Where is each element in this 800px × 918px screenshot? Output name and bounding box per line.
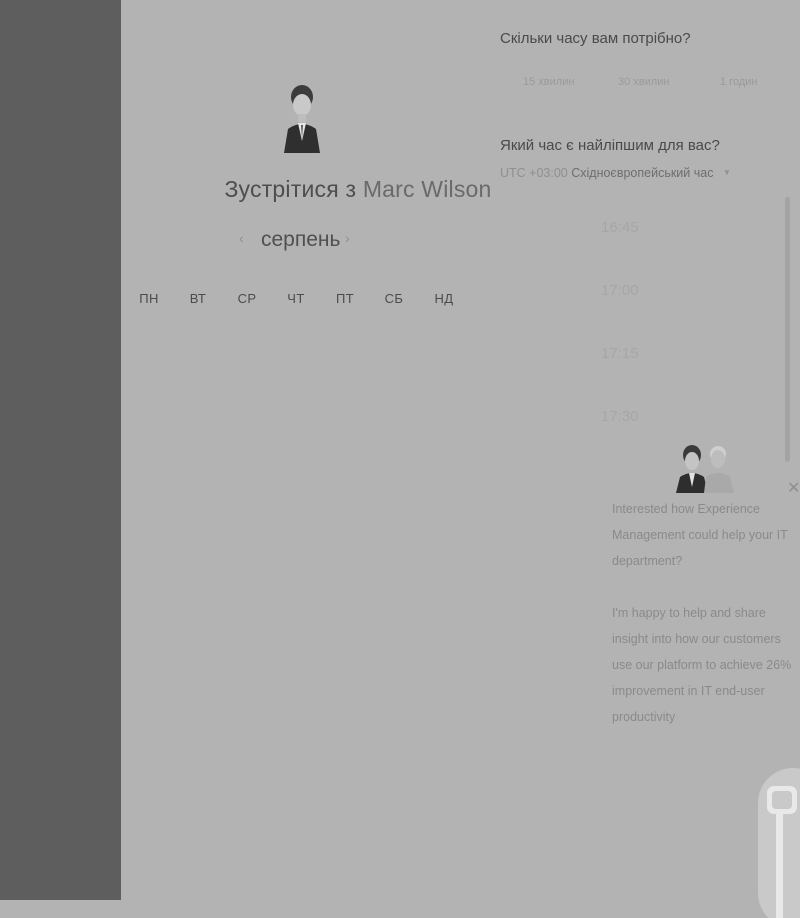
- meeting-scheduler: Зустрітися з Marc Wilson ‹ серпень › ПН …: [121, 0, 800, 918]
- weekday-wed: СР: [237, 291, 257, 306]
- prev-month-icon[interactable]: ‹: [239, 230, 244, 246]
- weekday-tue: ВТ: [189, 291, 207, 306]
- next-month-icon[interactable]: ›: [345, 230, 350, 246]
- weekday-thu: ЧТ: [287, 291, 305, 306]
- side-overlay-panel: [0, 0, 121, 900]
- time-slot[interactable]: 17:00: [601, 282, 681, 299]
- duration-option-60[interactable]: 1 годин: [720, 76, 757, 88]
- timezone-select[interactable]: UTC +03:00 Східноєвропейський час ▼: [500, 166, 731, 180]
- month-label: серпень: [261, 228, 341, 251]
- chat-message: Interested how Experience Management cou…: [612, 502, 788, 568]
- timezone-offset: UTC +03:00: [500, 166, 568, 180]
- chat-agents-avatar: [676, 445, 734, 493]
- time-slot[interactable]: 17:30: [601, 408, 681, 425]
- close-icon[interactable]: ✕: [787, 478, 800, 498]
- duration-option-15[interactable]: 15 хвилин: [523, 76, 574, 88]
- duration-option-30[interactable]: 30 хвилин: [618, 76, 669, 88]
- time-slots-scrollbar[interactable]: [785, 197, 790, 462]
- weekday-mon: ПН: [139, 291, 159, 306]
- timezone-name: Східноєвропейський час: [571, 166, 714, 180]
- chevron-down-icon: ▼: [722, 168, 731, 177]
- chat-launcher-button[interactable]: [754, 768, 800, 918]
- meeting-title: Зустрітися з Marc Wilson: [175, 176, 541, 203]
- weekday-sat: СБ: [384, 291, 404, 306]
- month-navigation: ‹ серпень ›: [231, 228, 481, 254]
- weekday-fri: ПТ: [335, 291, 355, 306]
- time-slot[interactable]: 17:15: [601, 345, 681, 362]
- weekday-sun: НД: [434, 291, 454, 306]
- meeting-title-prefix: Зустрітися з: [224, 176, 357, 202]
- time-slot[interactable]: 16:45: [601, 219, 681, 236]
- host-avatar: [284, 85, 320, 153]
- weekday-header: ПН ВТ СР ЧТ ПТ СБ НД: [129, 291, 483, 311]
- chat-message: I'm happy to help and share insight into…: [612, 606, 792, 724]
- time-question: Який час є найліпшим для вас?: [500, 137, 720, 154]
- host-name: Marc Wilson: [362, 176, 492, 202]
- duration-question: Скільки часу вам потрібно?: [500, 30, 691, 47]
